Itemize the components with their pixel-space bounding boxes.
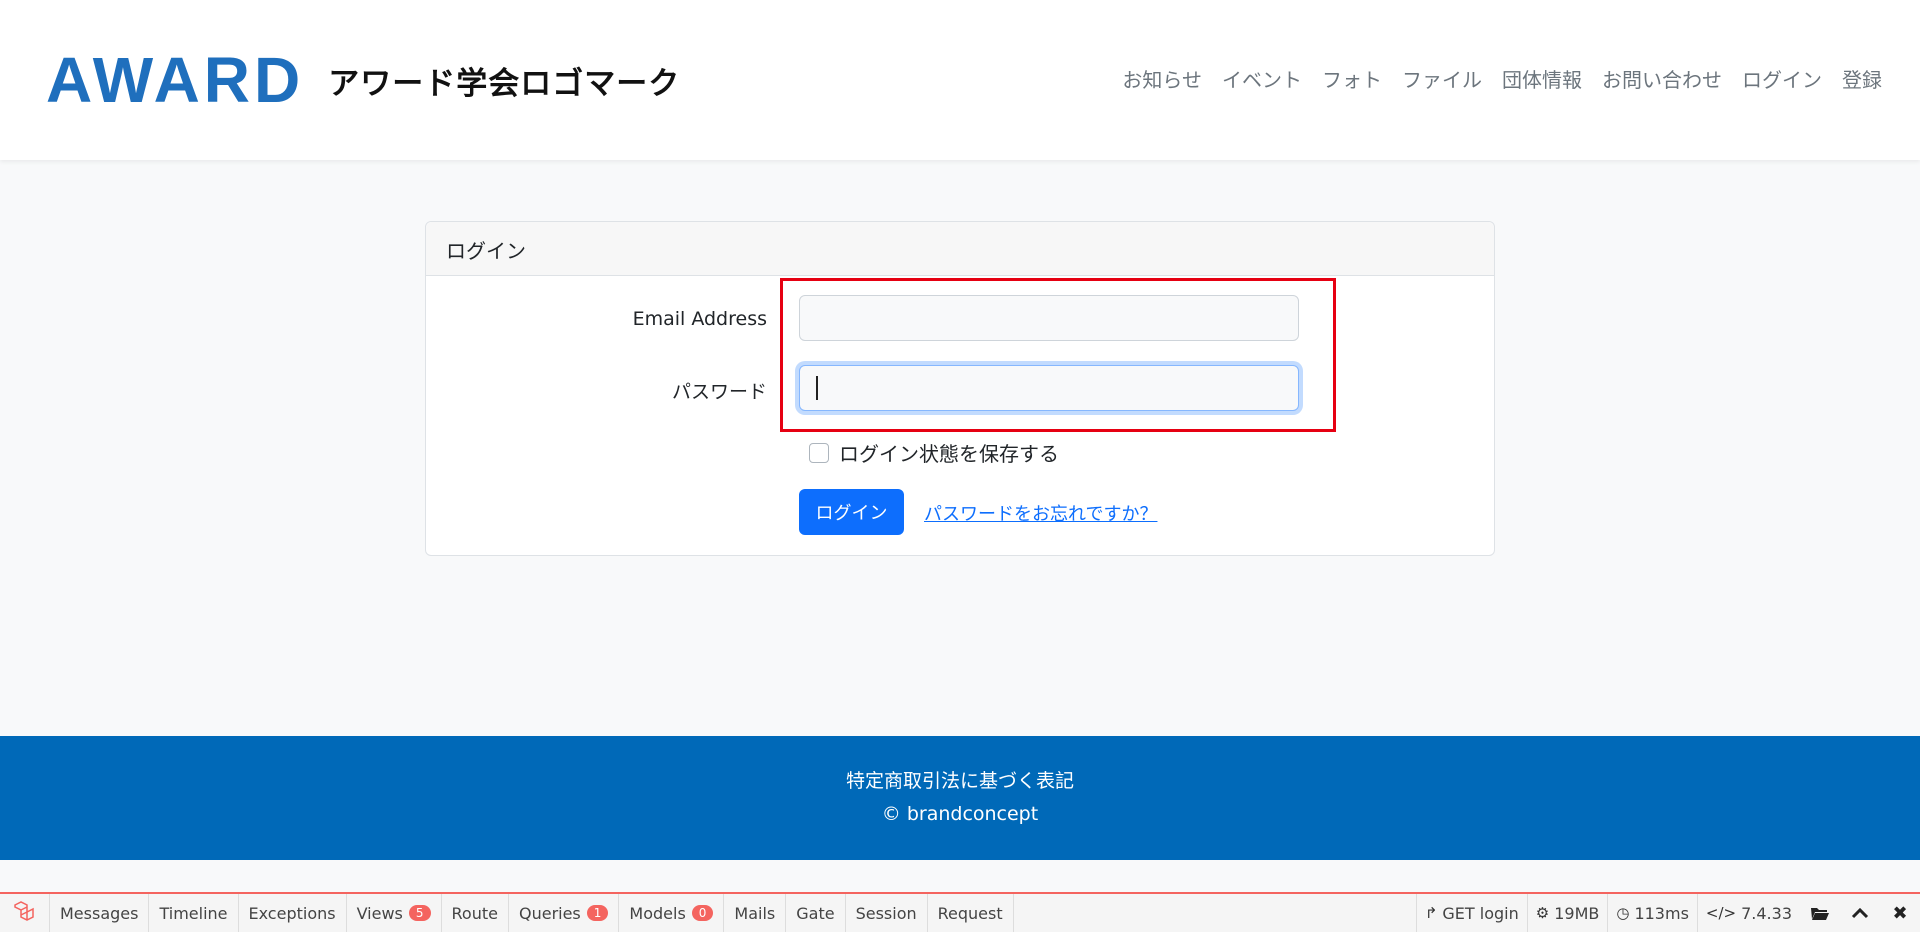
login-button[interactable]: ログイン [799,489,904,535]
cogs-icon: ⚙ [1535,904,1550,922]
nav-item-files[interactable]: ファイル [1402,64,1482,93]
debug-tab-models[interactable]: Models 0 [619,894,725,932]
site-header: AWARD アワード学会ロゴマーク お知らせ イベント フォト ファイル 団体情… [0,0,1920,160]
nav-item-register[interactable]: 登録 [1842,64,1882,93]
folder-open-icon[interactable] [1800,894,1840,932]
debug-tab-route[interactable]: Route [442,894,509,932]
email-field[interactable] [799,295,1299,341]
debug-tab-queries[interactable]: Queries 1 [509,894,620,932]
queries-badge: 1 [586,905,609,921]
nav-item-news[interactable]: お知らせ [1122,64,1202,93]
forgot-password-link[interactable]: パスワードをお忘れですか？ [924,500,1157,526]
remember-checkbox[interactable] [809,442,829,463]
main-nav: お知らせ イベント フォト ファイル 団体情報 お問い合わせ ログイン 登録 [1102,64,1882,93]
clock-icon: ◷ [1616,904,1630,922]
card-title: ログイン [426,222,1494,276]
site-footer: 特定商取引法に基づく表記 © brandconcept [0,736,1920,860]
debug-tab-session[interactable]: Session [846,894,928,932]
debug-tab-messages[interactable]: Messages [50,894,150,932]
brand[interactable]: AWARD アワード学会ロゴマーク [46,48,680,112]
views-badge: 5 [408,905,431,921]
debug-tab-views[interactable]: Views 5 [347,894,442,932]
password-field[interactable] [799,365,1299,411]
request-indicator[interactable]: ↱ GET login [1415,894,1527,932]
legal-notice-link[interactable]: 特定商取引法に基づく表記 [0,766,1920,793]
nav-item-photos[interactable]: フォト [1322,64,1382,93]
debug-tab-request[interactable]: Request [928,894,1014,932]
share-icon: ↱ [1424,904,1438,922]
text-caret [816,376,818,400]
email-label: Email Address [632,308,767,330]
login-card: ログイン Email Address パスワード ログイン状態を保存する ログイ… [425,221,1495,556]
debugbar: Messages Timeline Exceptions Views 5 Rout… [0,892,1920,932]
nav-item-login[interactable]: ログイン [1742,64,1822,93]
remember-label: ログイン状態を保存する [839,442,1059,466]
time-indicator: ◷ 113ms [1607,894,1697,932]
code-icon: </> [1705,904,1737,922]
brand-name: アワード学会ロゴマーク [328,65,681,102]
memory-indicator: ⚙ 19MB [1526,894,1608,932]
remember-me[interactable]: ログイン状態を保存する [799,438,1059,467]
laravel-icon[interactable] [0,894,50,932]
debug-tab-exceptions[interactable]: Exceptions [239,894,347,932]
copyright: © brandconcept [881,803,1039,825]
nav-item-events[interactable]: イベント [1222,64,1302,93]
debug-tab-mails[interactable]: Mails [724,894,787,932]
nav-item-contact[interactable]: お問い合わせ [1602,64,1722,93]
debugbar-indicators: ↱ GET login ⚙ 19MB ◷ 113ms </> 7.4.33 ✖ [1415,894,1920,932]
chevron-up-icon[interactable] [1840,894,1880,932]
models-badge: 0 [691,905,714,921]
award-logo: AWARD [46,44,305,116]
close-icon[interactable]: ✖ [1880,894,1920,932]
nav-item-about[interactable]: 団体情報 [1502,64,1582,93]
debug-tab-timeline[interactable]: Timeline [149,894,239,932]
debug-tab-gate[interactable]: Gate [786,894,846,932]
password-label: パスワード [671,381,767,403]
php-version-indicator: </> 7.4.33 [1696,894,1800,932]
